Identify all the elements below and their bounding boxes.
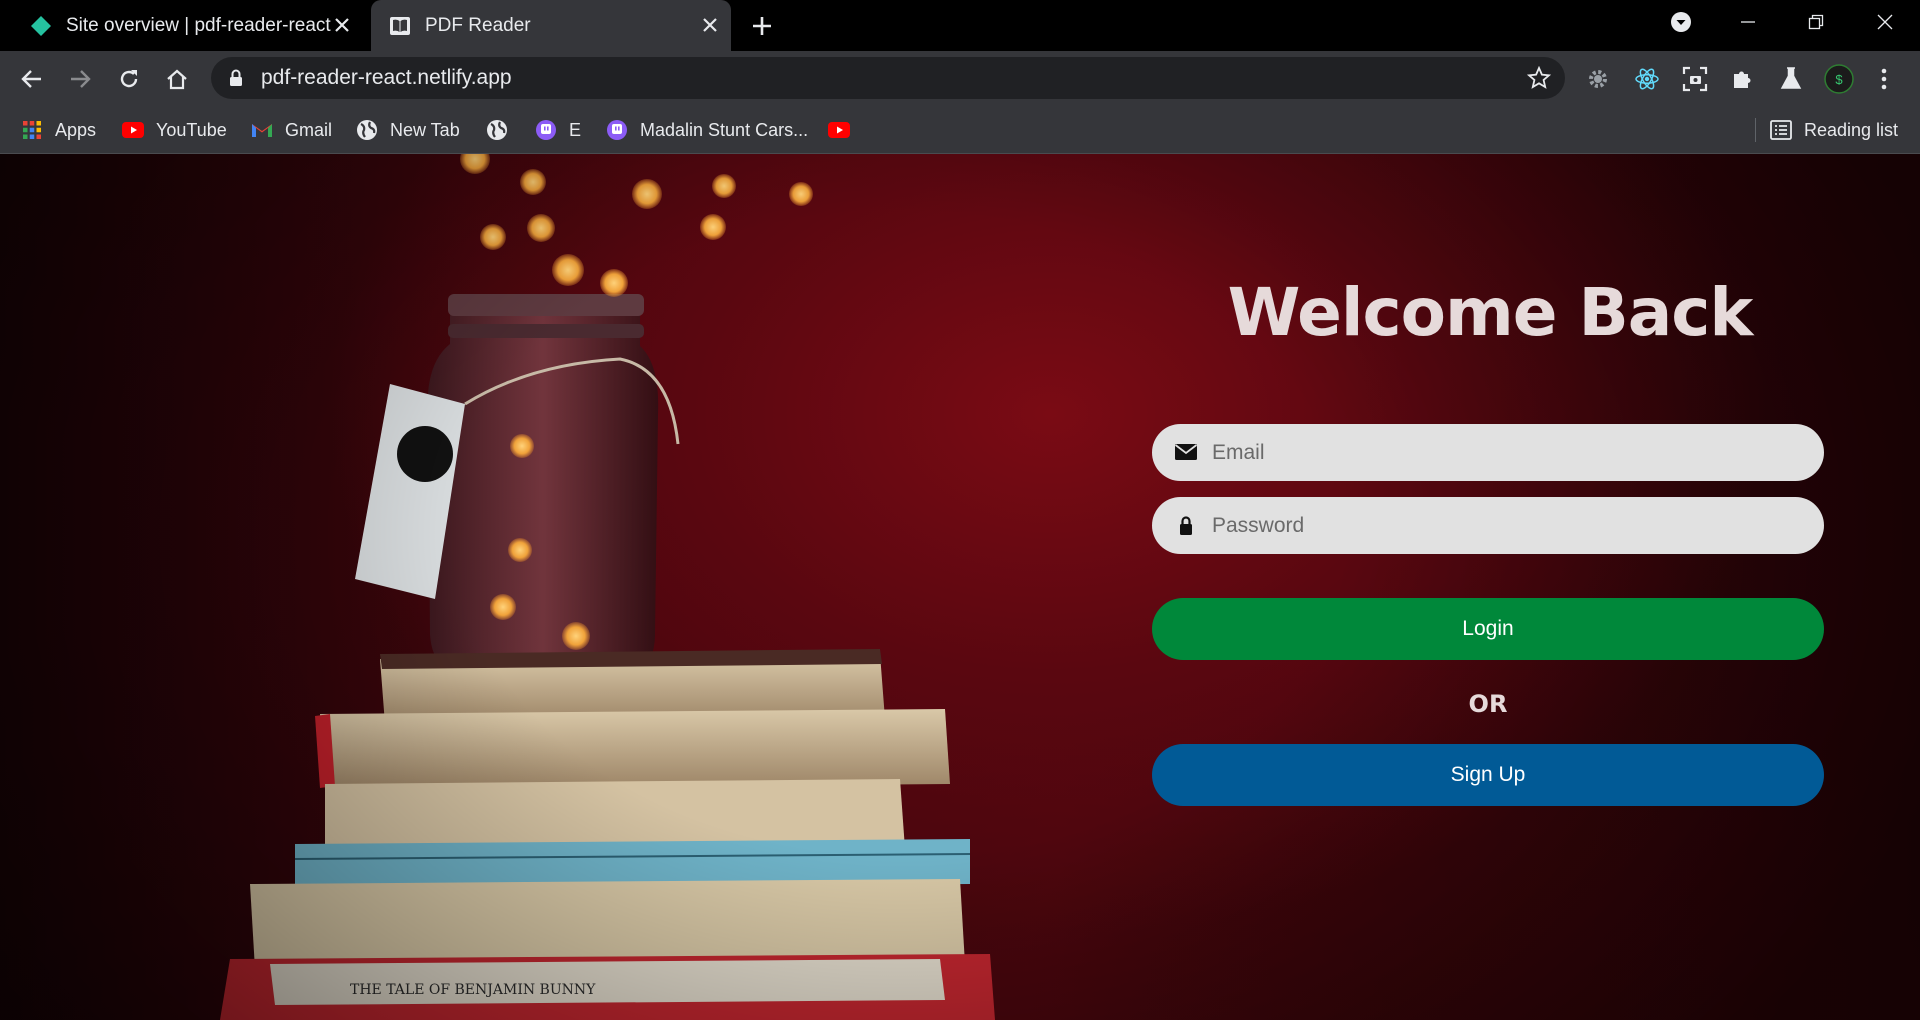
gmail-icon [251, 119, 273, 141]
home-button[interactable] [161, 63, 193, 95]
bookmark-divider [1755, 118, 1756, 142]
close-tab-icon[interactable] [331, 14, 353, 36]
login-button[interactable]: Login [1152, 598, 1824, 660]
react-devtools-button[interactable] [1631, 63, 1663, 95]
tab-site-overview[interactable]: Site overview | pdf-reader-react [0, 0, 363, 51]
bookmark-label: New Tab [390, 119, 460, 140]
labs-button[interactable] [1775, 63, 1807, 95]
browser-toolbar: pdf-reader-react.netlify.app $ [0, 51, 1920, 106]
envelope-icon [1174, 444, 1198, 460]
tab-pdf-reader[interactable]: PDF Reader [371, 0, 731, 51]
plus-icon [753, 17, 771, 35]
apps-grid-icon [21, 119, 43, 141]
bookmark-label: Gmail [285, 119, 333, 140]
arrow-left-icon [21, 70, 41, 88]
react-icon [1635, 68, 1659, 90]
bookmark-label: YouTube [156, 119, 227, 140]
reload-icon [120, 70, 138, 88]
screenshot-icon [1682, 66, 1708, 92]
close-icon [1877, 14, 1893, 30]
avatar: $ [1824, 64, 1854, 94]
bookmark-gmail[interactable]: Gmail [251, 106, 332, 154]
puzzle-icon [1734, 71, 1751, 88]
minimize-button[interactable] [1718, 0, 1778, 44]
lock-icon[interactable] [229, 69, 243, 87]
home-icon [167, 69, 187, 90]
or-divider-text: OR [1468, 690, 1508, 718]
bookmark-madalin-stunt-cars[interactable]: Madalin Stunt Cars... [606, 106, 808, 154]
close-tab-icon[interactable] [699, 14, 721, 36]
back-button[interactable] [16, 63, 48, 95]
bookmark-apps[interactable]: Apps [21, 106, 96, 154]
gear-icon [1589, 70, 1607, 88]
bookmark-youtube[interactable]: YouTube [122, 106, 227, 154]
tab-label: PDF Reader [425, 14, 531, 36]
signup-button[interactable]: Sign Up [1152, 744, 1824, 806]
address-bar[interactable]: pdf-reader-react.netlify.app [211, 57, 1565, 99]
reading-list-label: Reading list [1804, 119, 1899, 140]
twitch-icon [535, 119, 557, 141]
arrow-right-icon [71, 70, 91, 88]
extension-gear-button[interactable] [1582, 63, 1614, 95]
new-tab-button[interactable] [748, 12, 776, 40]
email-field[interactable] [1152, 424, 1824, 481]
flask-icon [1780, 67, 1802, 89]
url-text[interactable]: pdf-reader-react.netlify.app [261, 66, 512, 90]
tab-label: Site overview | pdf-reader-react [66, 14, 331, 36]
globe-icon [486, 119, 508, 141]
twitch-icon [606, 119, 628, 141]
reload-button[interactable] [113, 63, 145, 95]
globe-icon [356, 119, 378, 141]
bookmarks-bar: Apps YouTube Gmail New Tab E Madalin Stu… [0, 106, 1920, 154]
password-field[interactable] [1152, 497, 1824, 554]
forward-button[interactable] [64, 63, 96, 95]
page-content: THE TALE OF BENJAMIN BUNNY Welcome Back … [0, 154, 1920, 1020]
screenshot-extension-button[interactable] [1679, 63, 1711, 95]
close-window-button[interactable] [1855, 0, 1915, 44]
reading-list-button[interactable]: Reading list [1770, 106, 1898, 154]
page-title: Welcome Back [1227, 274, 1754, 351]
restore-button[interactable] [1786, 0, 1846, 44]
bookmark-globe[interactable] [486, 106, 520, 154]
restore-icon [1808, 14, 1824, 30]
profile-button[interactable]: $ [1823, 63, 1855, 95]
kebab-menu-icon [1881, 68, 1887, 90]
bookmark-e[interactable]: E [535, 106, 581, 154]
extensions-button[interactable] [1727, 63, 1759, 95]
email-input[interactable] [1212, 424, 1802, 481]
book-icon [390, 16, 410, 35]
youtube-icon [122, 119, 144, 141]
minimize-icon [1741, 21, 1755, 23]
chevron-down-circle-icon [1671, 12, 1691, 32]
menu-button[interactable] [1868, 63, 1900, 95]
bookmark-label: Apps [55, 119, 97, 140]
tab-search-button[interactable] [1651, 0, 1711, 44]
lock-icon [1180, 516, 1192, 535]
netlify-diamond-icon [31, 15, 51, 36]
password-input[interactable] [1212, 497, 1802, 554]
bookmark-label: E [569, 119, 582, 140]
bookmark-star-icon[interactable] [1527, 66, 1551, 90]
bookmark-new-tab[interactable]: New Tab [356, 106, 460, 154]
youtube-icon [828, 119, 850, 141]
bookmark-youtube-2[interactable] [828, 106, 862, 154]
reading-list-icon [1770, 119, 1792, 141]
tab-strip: Site overview | pdf-reader-react PDF Rea… [0, 0, 1920, 51]
bookmark-label: Madalin Stunt Cars... [640, 119, 809, 140]
svg-text:$: $ [1835, 72, 1843, 87]
